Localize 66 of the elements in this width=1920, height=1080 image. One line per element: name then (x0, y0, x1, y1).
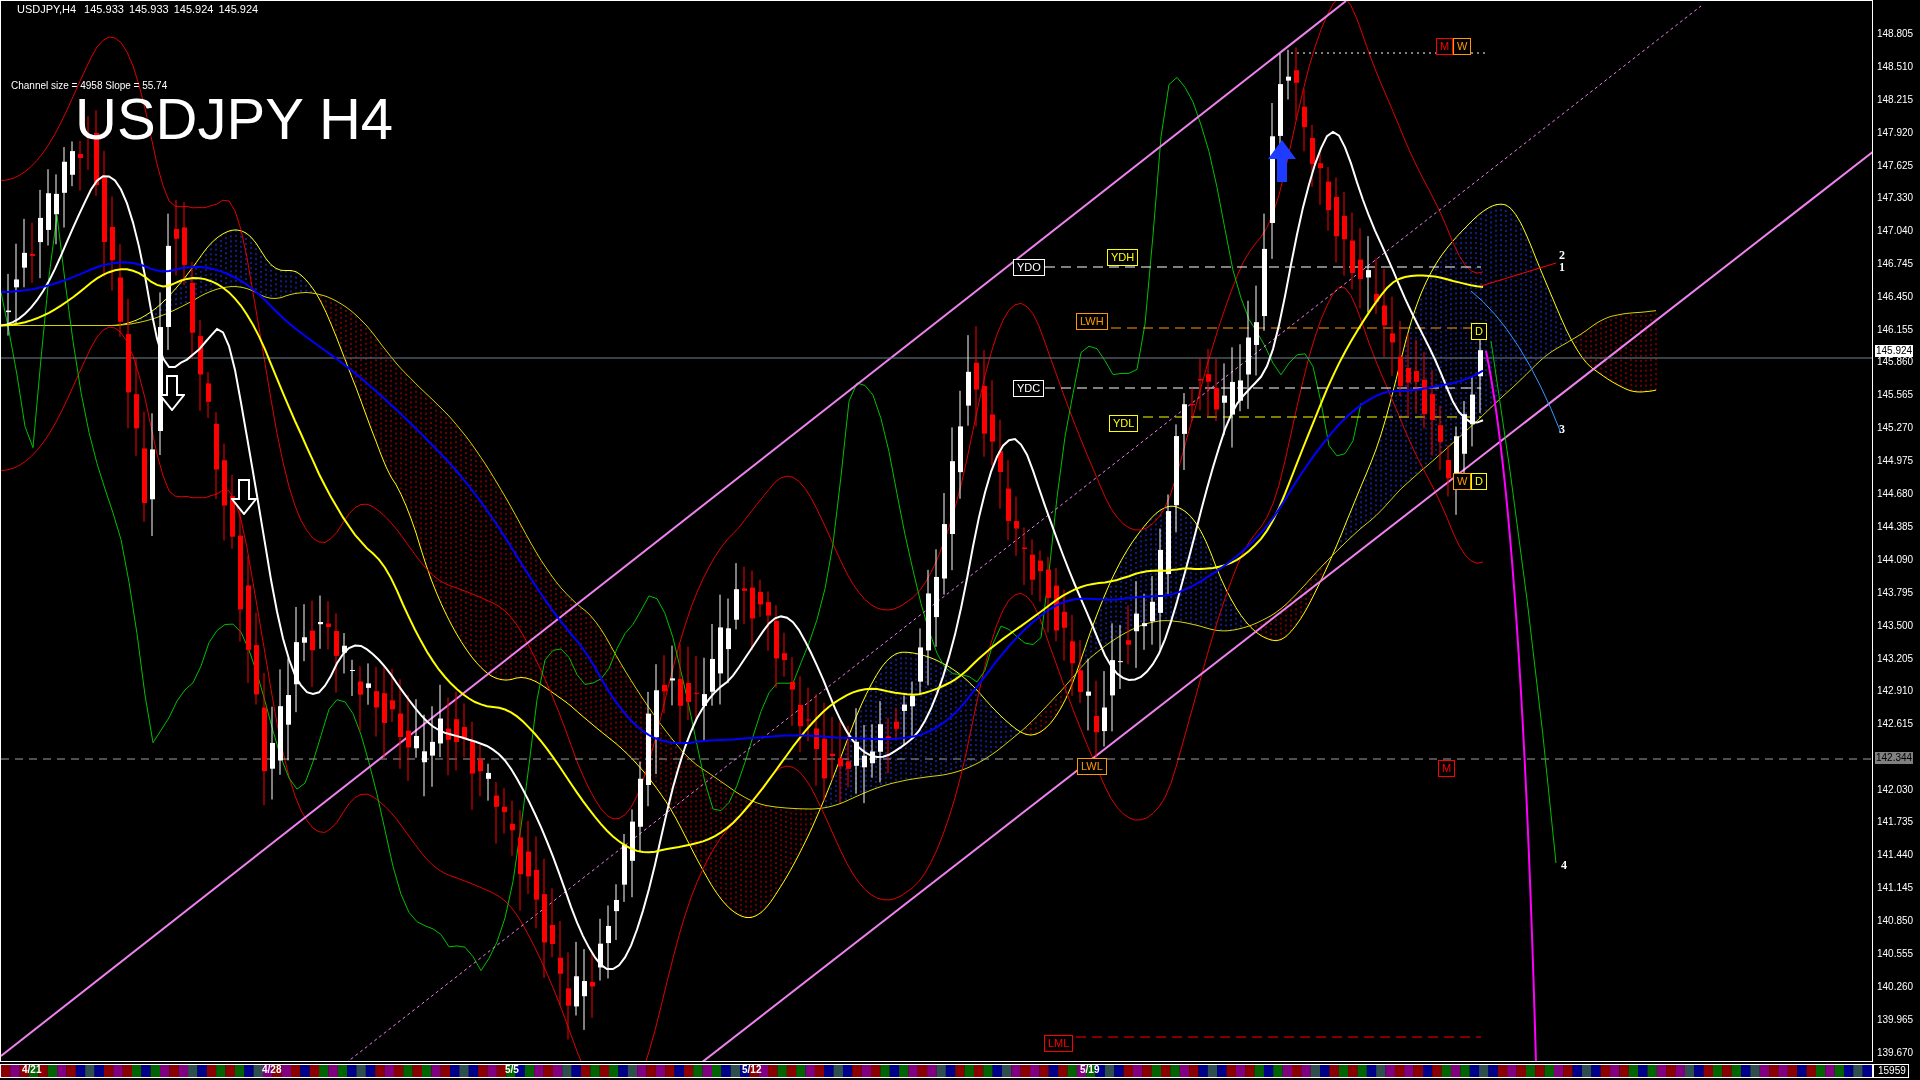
price-tick-label: 148.510 (1877, 61, 1914, 73)
level-label: W (1453, 473, 1472, 490)
price-tick-label: 145.565 (1877, 389, 1914, 401)
down-arrow-icon (231, 479, 257, 515)
price-tick-label: 147.625 (1877, 160, 1914, 172)
date-label: 4/21 (22, 1064, 42, 1076)
price-tick-label: 144.090 (1877, 554, 1914, 566)
counter-label: 15959 (1873, 1064, 1909, 1078)
chart-title: USDJPY H4 (75, 95, 394, 143)
price-tick-label: 148.215 (1877, 94, 1914, 106)
price-tick-label: 145.860 (1877, 356, 1914, 368)
line-price-label: 142.344 (1875, 752, 1914, 764)
price-tick-label: 141.440 (1877, 849, 1914, 861)
level-label: LWH (1076, 313, 1108, 330)
level-label: M (1438, 760, 1456, 777)
down-arrow-icon (159, 375, 185, 411)
price-tick-label: 146.450 (1877, 291, 1914, 303)
price-tick-label: 148.805 (1877, 28, 1914, 40)
wave-label: 2 (1559, 249, 1565, 261)
wave-label: 1 (1559, 261, 1565, 273)
channel-info-text: Channel size = 4958 Slope = 55.74 (11, 80, 168, 92)
price-tick-label: 141.145 (1877, 882, 1914, 894)
price-tick-label: 140.260 (1877, 981, 1914, 993)
ohlc-value: 145.924 (218, 3, 259, 16)
level-label: LML (1044, 1035, 1074, 1052)
symbol-label: USDJPY,H4 (17, 3, 77, 16)
level-label: D (1471, 473, 1487, 490)
price-tick-label: 147.920 (1877, 127, 1914, 139)
price-tick-label: 144.385 (1877, 521, 1914, 533)
level-label: LWL (1077, 758, 1107, 775)
price-tick-label: 139.965 (1877, 1014, 1914, 1026)
date-label: 5/5 (505, 1064, 519, 1076)
level-label: YDL (1109, 415, 1139, 432)
date-label: 5/12 (742, 1064, 762, 1076)
level-label: YDC (1013, 380, 1045, 397)
date-label: 5/19 (1080, 1064, 1100, 1076)
price-tick-label: 145.270 (1877, 422, 1914, 434)
wave-label: 3 (1559, 423, 1565, 435)
ohlc-value: 145.933 (128, 3, 169, 16)
price-tick-label: 142.030 (1877, 784, 1914, 796)
level-label: M (1436, 38, 1454, 55)
up-arrow-icon (1267, 139, 1297, 183)
level-label: D (1471, 323, 1487, 340)
price-tick-label: 142.910 (1877, 685, 1914, 697)
wave-label: 4 (1561, 859, 1567, 871)
price-tick-label: 140.555 (1877, 948, 1914, 960)
ohlc-value: 145.933 (84, 3, 124, 16)
price-tick-label: 144.680 (1877, 488, 1914, 500)
level-label: W (1453, 38, 1472, 55)
price-tick-label: 140.850 (1877, 915, 1914, 927)
price-tick-label: 146.745 (1877, 258, 1914, 270)
price-tick-label: 139.670 (1877, 1047, 1914, 1059)
price-tick-label: 143.795 (1877, 587, 1914, 599)
ohlc-value: 145.924 (173, 3, 214, 16)
date-label: 4/28 (262, 1064, 282, 1076)
price-tick-label: 144.975 (1877, 455, 1914, 467)
current-price-label: 145.924 (1875, 345, 1914, 357)
price-tick-label: 143.205 (1877, 653, 1914, 665)
price-tick-label: 147.330 (1877, 192, 1914, 204)
price-tick-label: 142.615 (1877, 718, 1914, 730)
price-tick-label: 141.735 (1877, 816, 1914, 828)
price-tick-label: 146.155 (1877, 324, 1914, 336)
price-tick-label: 143.500 (1877, 620, 1914, 632)
level-label: YDH (1107, 249, 1139, 266)
level-label: YDO (1013, 259, 1045, 276)
price-tick-label: 147.040 (1877, 225, 1914, 237)
